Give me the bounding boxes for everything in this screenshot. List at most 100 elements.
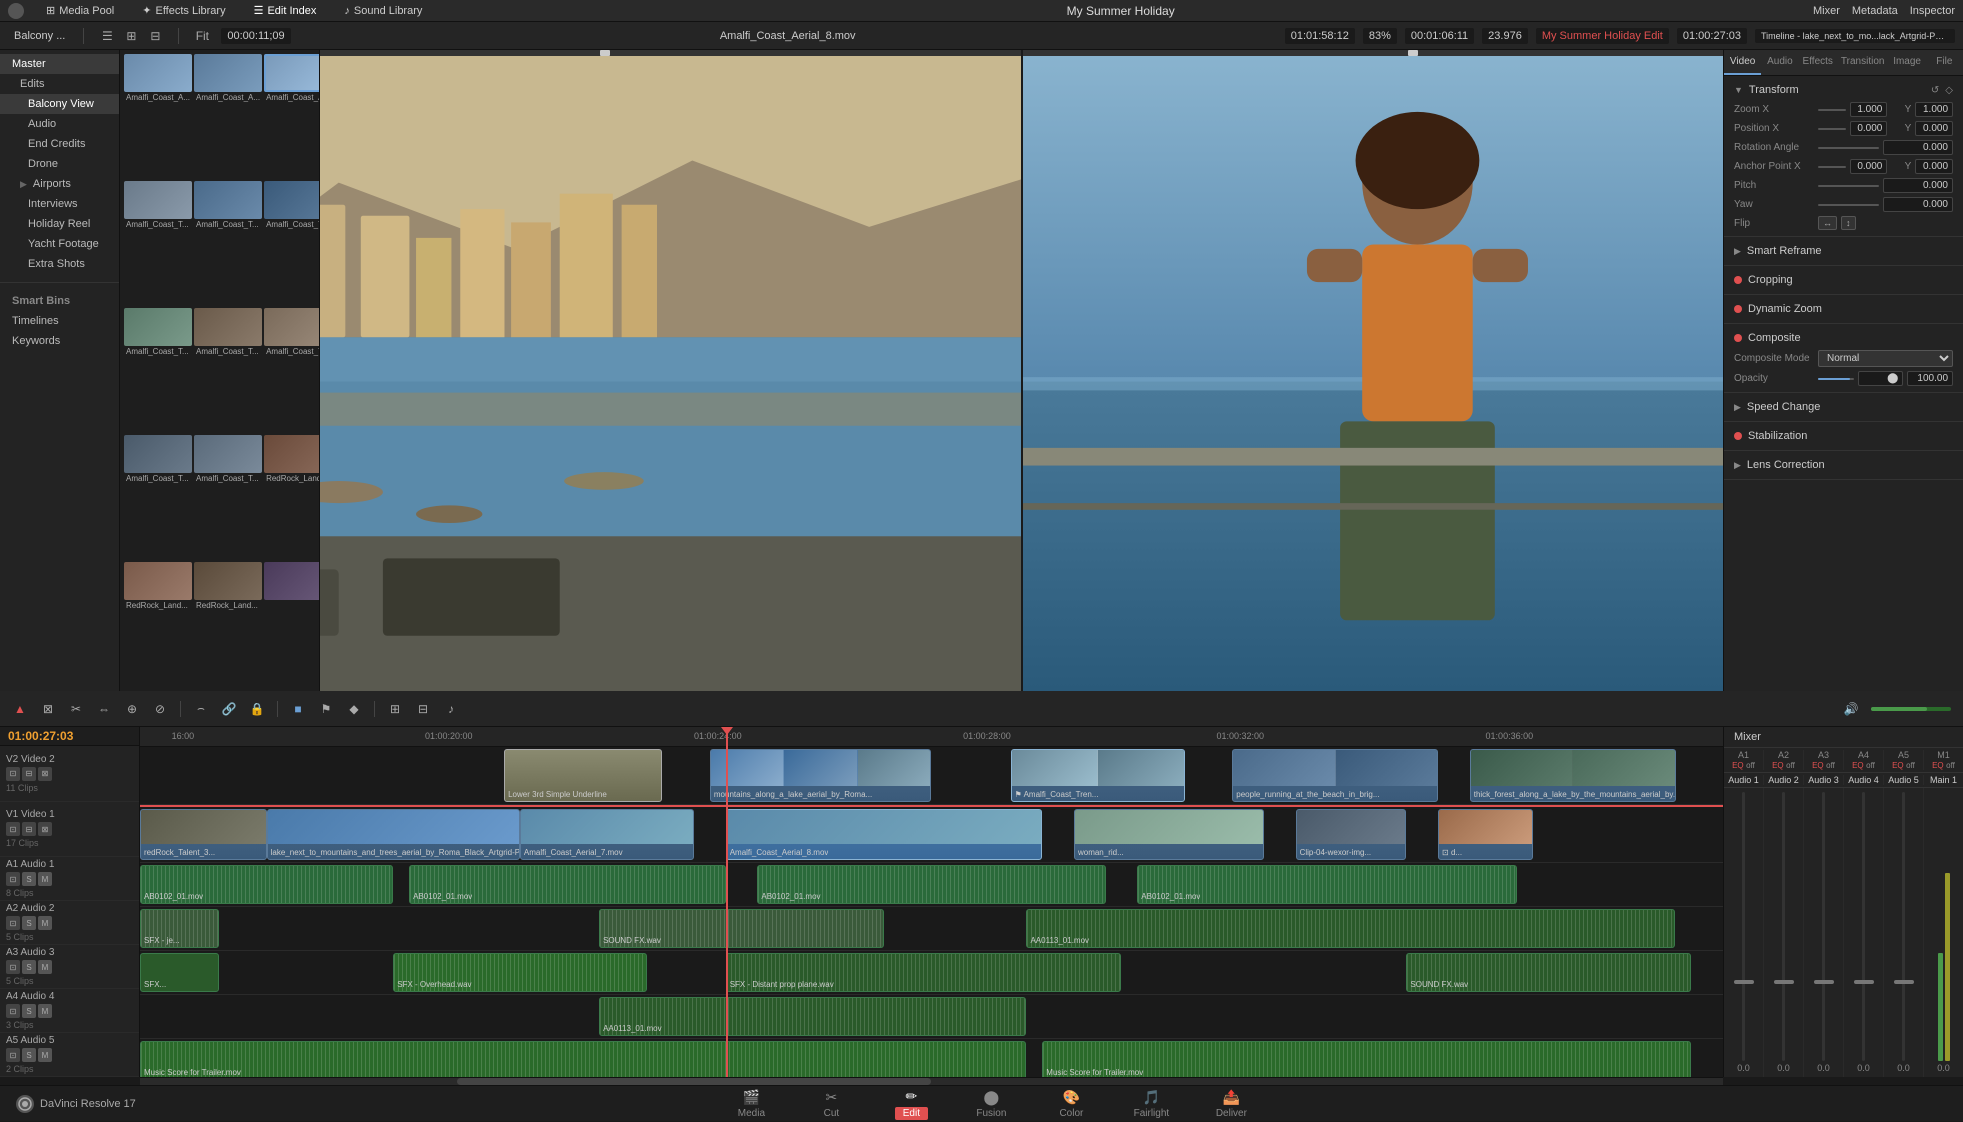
v1-clip-7[interactable]: ⊡ d... — [1438, 809, 1533, 860]
tab-transition[interactable]: Transition — [1837, 50, 1889, 75]
edit-name[interactable]: My Summer Holiday Edit — [1536, 28, 1669, 44]
v2-clip-mountains[interactable]: mountains_along_a_lake_aerial_by_Roma... — [710, 749, 932, 802]
transform-reset-icon[interactable]: ↺ — [1931, 85, 1939, 96]
media-thumb-14[interactable] — [264, 562, 319, 600]
opacity-slider[interactable] — [1818, 378, 1854, 380]
tl-volume-icon[interactable]: 🔊 — [1839, 698, 1863, 720]
v1-icon1[interactable]: ⊡ — [6, 822, 20, 836]
program-timebar[interactable] — [1023, 50, 1724, 56]
nav-color[interactable]: 🎨 Color — [1031, 1086, 1111, 1122]
pitch-slider[interactable] — [1818, 185, 1879, 187]
sidebar-item-yacht[interactable]: Yacht Footage — [0, 234, 119, 254]
sidebar-item-airports[interactable]: ▶ Airports — [0, 174, 119, 194]
tl-blade-btn[interactable]: ✂ — [64, 698, 88, 720]
anchor-x-value[interactable]: 0.000 — [1850, 159, 1888, 174]
a4-icon1[interactable]: ⊡ — [6, 1004, 20, 1018]
fader-a2[interactable] — [1766, 792, 1801, 1061]
a4-m-btn[interactable]: M — [38, 1004, 52, 1018]
composite-mode-select[interactable]: Normal Multiply Screen — [1818, 350, 1953, 367]
a1-s-btn[interactable]: S — [22, 872, 36, 886]
nav-fairlight[interactable]: 🎵 Fairlight — [1111, 1086, 1191, 1122]
effects-library-nav[interactable]: ✦ Effects Library — [136, 2, 231, 19]
yaw-slider[interactable] — [1818, 204, 1879, 206]
a1-clip-3[interactable]: AB0102_01.mov — [757, 865, 1105, 904]
a1-clip-2[interactable]: AB0102_01.mov — [409, 865, 726, 904]
a3-icon1[interactable]: ⊡ — [6, 960, 20, 974]
edit-index-nav[interactable]: ☰ Edit Index — [248, 2, 323, 19]
tl-select-btn[interactable]: ▲ — [8, 698, 32, 720]
grid-view-btn[interactable]: ⊞ — [120, 26, 142, 46]
a2-icon1[interactable]: ⊡ — [6, 916, 20, 930]
a3-clip-4[interactable]: SOUND FX.wav — [1406, 953, 1691, 992]
sidebar-item-interviews[interactable]: Interviews — [0, 194, 119, 214]
a1-clip-4[interactable]: AB0102_01.mov — [1137, 865, 1517, 904]
sidebar-item-drone[interactable]: Drone — [0, 154, 119, 174]
fader-knob-a5[interactable] — [1894, 980, 1914, 984]
a5-clip-1[interactable]: Music Score for Trailer.mov — [140, 1041, 1026, 1077]
anchor-x-slider[interactable] — [1818, 166, 1846, 168]
tl-dynamic-btn[interactable]: ⊕ — [120, 698, 144, 720]
tl-snap-btn[interactable]: ⊞ — [383, 698, 407, 720]
v2-icon3[interactable]: ⊠ — [38, 767, 52, 781]
tl-link-btn[interactable]: 🔗 — [217, 698, 241, 720]
transform-keyframe-icon[interactable]: ◇ — [1945, 85, 1953, 96]
a3-clip-1[interactable]: SFX... — [140, 953, 219, 992]
transform-header[interactable]: ▼ Transform ↺ ◇ — [1724, 80, 1963, 100]
media-thumb-6[interactable] — [124, 308, 192, 346]
a3-s-btn[interactable]: S — [22, 960, 36, 974]
media-thumb-7[interactable] — [194, 308, 262, 346]
fader-a3[interactable] — [1806, 792, 1841, 1061]
fader-knob-a1[interactable] — [1734, 980, 1754, 984]
rotation-slider[interactable] — [1818, 147, 1879, 149]
a2-m-btn[interactable]: M — [38, 916, 52, 930]
tab-video[interactable]: Video — [1724, 50, 1761, 75]
v2-clip-people-running[interactable]: people_running_at_the_beach_in_brig... — [1232, 749, 1438, 802]
tl-lock-btn[interactable]: 🔒 — [245, 698, 269, 720]
flip-h-btn[interactable]: ↔ — [1818, 216, 1837, 230]
v1-clip-1[interactable]: redRock_Talent_3... — [140, 809, 267, 860]
fader-a1[interactable] — [1726, 792, 1761, 1061]
metadata-view-btn[interactable]: ⊟ — [144, 26, 166, 46]
timeline-scrollbar[interactable] — [140, 1077, 1723, 1085]
sidebar-item-audio[interactable]: Audio — [0, 114, 119, 134]
bin-label[interactable]: Balcony ... — [8, 28, 71, 44]
sidebar-item-edits[interactable]: Edits — [0, 74, 119, 94]
zoom-x-value[interactable]: 1.000 — [1850, 102, 1888, 117]
tl-slip-btn[interactable]: ⇔ — [92, 698, 116, 720]
media-thumb-2[interactable] — [264, 54, 319, 92]
media-thumb-5[interactable] — [264, 181, 319, 219]
media-thumb-10[interactable] — [194, 435, 262, 473]
pos-x-slider[interactable] — [1818, 128, 1846, 130]
nav-edit[interactable]: ✏ Edit — [871, 1086, 951, 1122]
a2-clip-4[interactable]: AA0113_01.mov — [1026, 909, 1675, 948]
sidebar-item-timelines[interactable]: Timelines — [0, 311, 119, 331]
media-thumb-0[interactable] — [124, 54, 192, 92]
v2-clip-amalfi-person[interactable]: ⚑ Amalfi_Coast_Tren... — [1011, 749, 1185, 802]
tl-ripple-btn[interactable]: ⊟ — [411, 698, 435, 720]
v1-clip-2[interactable]: lake_next_to_mountains_and_trees_aerial_… — [267, 809, 520, 860]
sidebar-item-end-credits[interactable]: End Credits — [0, 134, 119, 154]
yaw-value[interactable]: 0.000 — [1883, 197, 1954, 212]
tl-curve-btn[interactable]: ⌢ — [189, 698, 213, 720]
edit-timecode[interactable]: 01:00:27:03 — [1677, 28, 1747, 44]
pos-x-value[interactable]: 0.000 — [1850, 121, 1888, 136]
tl-flag-btn[interactable]: ⚑ — [314, 698, 338, 720]
a5-clip-2[interactable]: Music Score for Trailer.mov — [1042, 1041, 1691, 1077]
sidebar-item-master[interactable]: Master — [0, 54, 119, 74]
sidebar-item-balcony[interactable]: Balcony View — [0, 94, 119, 114]
smart-reframe-header[interactable]: ▶ Smart Reframe — [1724, 241, 1963, 261]
metadata-btn[interactable]: Metadata — [1852, 5, 1898, 17]
media-thumb-12[interactable] — [124, 562, 192, 600]
a3-clip-2[interactable]: SFX - Overhead.wav — [393, 953, 646, 992]
source-timecode[interactable]: 00:00:11;09 — [221, 28, 290, 44]
nav-media[interactable]: 🎬 Media — [711, 1086, 791, 1122]
media-thumb-8[interactable] — [264, 308, 319, 346]
playhead[interactable] — [726, 727, 728, 1077]
v2-icon2[interactable]: ⊟ — [22, 767, 36, 781]
media-pool-nav[interactable]: ⊞ Media Pool — [40, 2, 120, 19]
fader-a4[interactable] — [1846, 792, 1881, 1061]
pitch-value[interactable]: 0.000 — [1883, 178, 1954, 193]
tl-audio-btn[interactable]: ♪ — [439, 698, 463, 720]
mixer-btn[interactable]: Mixer — [1813, 5, 1840, 17]
a3-clip-3[interactable]: SFX - Distant prop plane.wav — [726, 953, 1122, 992]
